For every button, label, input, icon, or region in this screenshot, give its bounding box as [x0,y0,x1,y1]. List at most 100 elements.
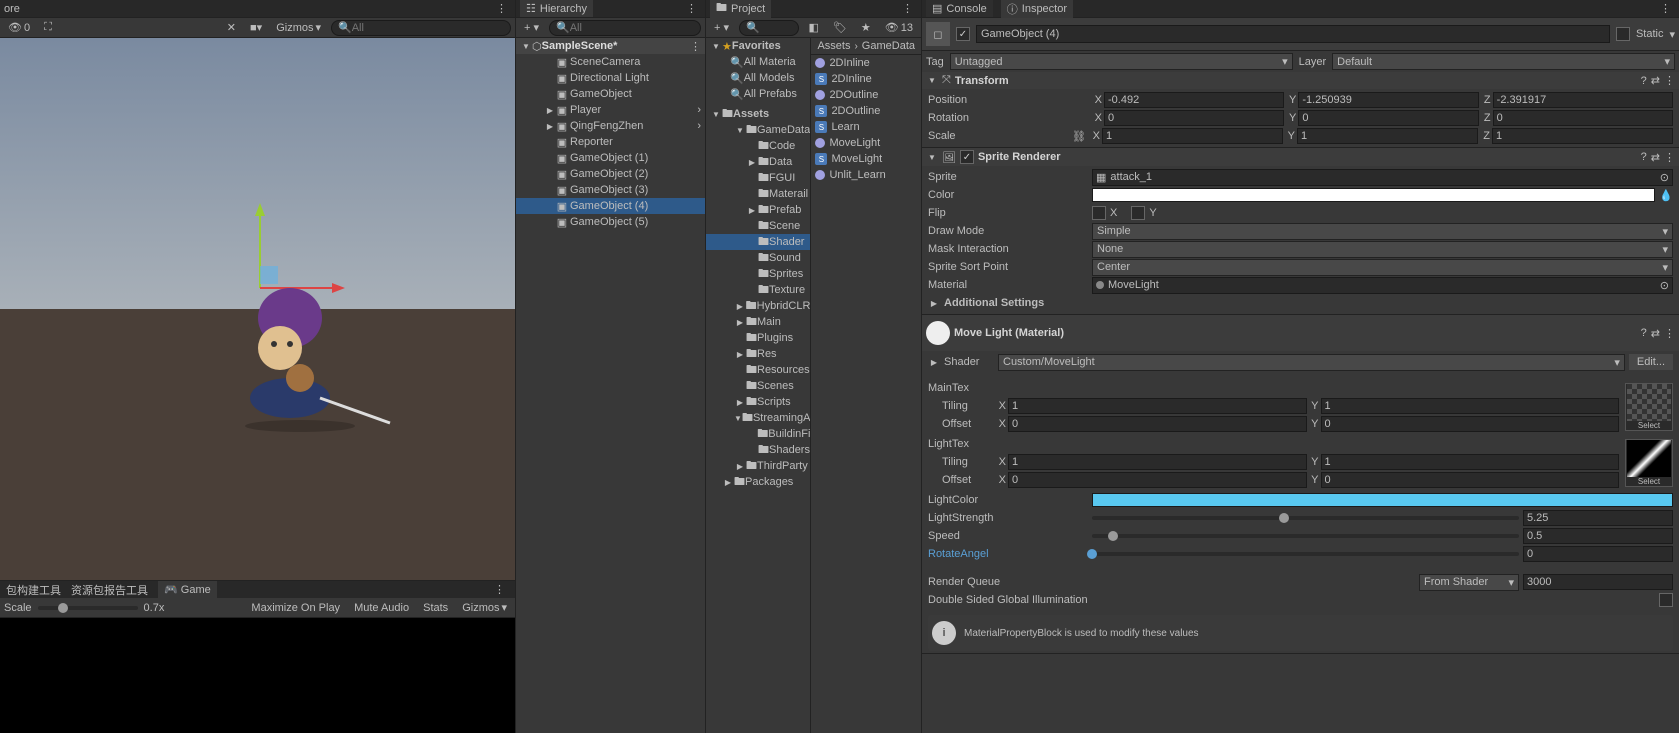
pos-y[interactable] [1298,92,1478,108]
material-field[interactable]: MoveLight⊙ [1092,277,1673,294]
inspector-menu-icon[interactable]: ⋮ [1656,2,1675,15]
camera-icon[interactable]: ■▾ [246,20,266,35]
maintex-thumb[interactable]: Select [1625,383,1673,431]
mt-tile-y[interactable] [1321,398,1620,414]
asset-item[interactable]: SLearn [811,119,921,135]
maximize-toggle[interactable]: Maximize On Play [247,601,344,615]
mt-off-x[interactable] [1008,416,1307,432]
lightcolor-field[interactable] [1092,493,1673,507]
material-expand-arrow[interactable]: ▶ [928,358,940,367]
favorite-item[interactable]: 🔍All Materia [706,54,810,70]
folder-item[interactable]: ▶🖿Main [706,314,810,330]
preset-icon[interactable]: ⇄ [1651,327,1660,340]
gizmos-dropdown[interactable]: Gizmos ▾ [272,20,325,35]
folder-item[interactable]: 🖿Shaders [706,442,810,458]
renderqueue-value[interactable] [1523,574,1673,590]
favorite-item[interactable]: 🔍All Models [706,70,810,86]
star-icon[interactable]: ★ [857,20,875,35]
flip-y-checkbox[interactable] [1131,206,1145,220]
folder-item[interactable]: 🖿Scenes [706,378,810,394]
tool-icon[interactable]: ✕ [223,20,240,35]
rot-z[interactable] [1493,110,1673,126]
active-checkbox[interactable] [956,27,970,41]
gameobject-name-input[interactable] [976,25,1610,43]
folder-item[interactable]: ▶🖿Scripts [706,394,810,410]
rot-x[interactable] [1104,110,1284,126]
hierarchy-search[interactable]: 🔍 [549,20,701,36]
project-breadcrumb[interactable]: Assets › GameData [811,38,921,55]
lt-off-y[interactable] [1321,472,1620,488]
hierarchy-menu-icon[interactable]: ⋮ [682,2,701,15]
hierarchy-item[interactable]: ▣Directional Light [516,70,705,86]
lt-tile-x[interactable] [1008,454,1307,470]
hierarchy-item[interactable]: ▶▣QingFengZhen› [516,118,705,134]
shader-dropdown[interactable]: Custom/MoveLight▾ [998,354,1625,371]
flip-x-checkbox[interactable] [1092,206,1106,220]
layer-dropdown[interactable]: Default▾ [1332,53,1675,70]
gizmos-toggle[interactable]: Gizmos ▾ [458,600,511,615]
hierarchy-item[interactable]: ▣GameObject (4) [516,198,705,214]
pos-z[interactable] [1493,92,1673,108]
project-tab[interactable]: 🖿 Project [710,0,771,20]
hierarchy-item[interactable]: ▣GameObject (3) [516,182,705,198]
hierarchy-tab[interactable]: ☷ Hierarchy [520,0,593,17]
console-tab[interactable]: ▤ Console [926,0,993,17]
renderqueue-dropdown[interactable]: From Shader▾ [1419,574,1519,591]
scene-tool-icon[interactable]: ⛶ [40,20,56,35]
folder-item[interactable]: 🖿Plugins [706,330,810,346]
preset-icon[interactable]: ⇄ [1651,151,1660,164]
lighttex-thumb[interactable]: Select [1625,439,1673,487]
preset-icon[interactable]: ⇄ [1651,74,1660,87]
lightstrength-value[interactable] [1523,510,1673,526]
tag-icon[interactable]: 🏷 [829,20,851,35]
doublesided-checkbox[interactable] [1659,593,1673,607]
hierarchy-item[interactable]: ▣Reporter [516,134,705,150]
lt-off-x[interactable] [1008,472,1307,488]
sprite-renderer-header[interactable]: ▼ 🖼 Sprite Renderer ? ⇄ ⋮ [922,148,1679,166]
add-button[interactable]: + ▾ [520,20,543,35]
asset-item[interactable]: 2DOutline [811,87,921,103]
additional-arrow[interactable]: ▶ [928,299,940,308]
edit-button[interactable]: Edit... [1629,354,1673,370]
asset-item[interactable]: SMoveLight [811,151,921,167]
hidden-count-badge[interactable]: 👁0 [4,20,34,35]
eyedropper-icon[interactable]: 💧 [1659,189,1673,202]
rotate-slider[interactable] [1092,552,1519,556]
sprite-field[interactable]: ▦attack_1⊙ [1092,169,1673,186]
inspector-tab[interactable]: ⓘ Inspector [1001,0,1073,19]
mute-toggle[interactable]: Mute Audio [350,601,413,615]
folder-item[interactable]: ▶🖿ThirdParty [706,458,810,474]
sortpoint-dropdown[interactable]: Center▾ [1092,259,1673,276]
help-icon[interactable]: ? [1641,151,1647,163]
favorites-header[interactable]: ▼ ★ Favorites [706,38,810,54]
folder-item[interactable]: 🖿Texture [706,282,810,298]
project-search-input[interactable] [760,22,792,34]
scene-search[interactable]: 🔍 [331,20,511,36]
asset-store-tab[interactable]: ore [4,3,20,15]
hierarchy-item[interactable]: ▣GameObject (5) [516,214,705,230]
hierarchy-item[interactable]: ▶▣Player› [516,102,705,118]
folder-item[interactable]: ▶🖿Packages [706,474,810,490]
expand-arrow-icon[interactable]: ▼ [520,42,532,51]
tag-dropdown[interactable]: Untagged▾ [950,53,1293,70]
pos-x[interactable] [1104,92,1284,108]
transform-header[interactable]: ▼ ⤧ Transform ? ⇄ ⋮ [922,72,1679,89]
asset-item[interactable]: S2DInline [811,71,921,87]
scene-menu-icon[interactable]: ⋮ [686,40,705,53]
mt-tile-x[interactable] [1008,398,1307,414]
rot-y[interactable] [1298,110,1478,126]
asset-item[interactable]: MoveLight [811,135,921,151]
asset-item[interactable]: Unlit_Learn [811,167,921,183]
sprite-enabled-checkbox[interactable] [960,150,974,164]
speed-value[interactable] [1523,528,1673,544]
lightstrength-slider[interactable] [1092,516,1519,520]
help-icon[interactable]: ? [1641,75,1647,87]
hierarchy-item[interactable]: ▣GameObject (1) [516,150,705,166]
link-icon[interactable]: ⛓ [1072,130,1086,143]
hierarchy-search-input[interactable] [570,22,694,34]
folder-item[interactable]: ▶🖿Res [706,346,810,362]
folder-item[interactable]: 🖿Resources [706,362,810,378]
static-checkbox[interactable] [1616,27,1630,41]
assets-header[interactable]: ▼ 🖿 Assets [706,106,810,122]
rotate-value[interactable] [1523,546,1673,562]
